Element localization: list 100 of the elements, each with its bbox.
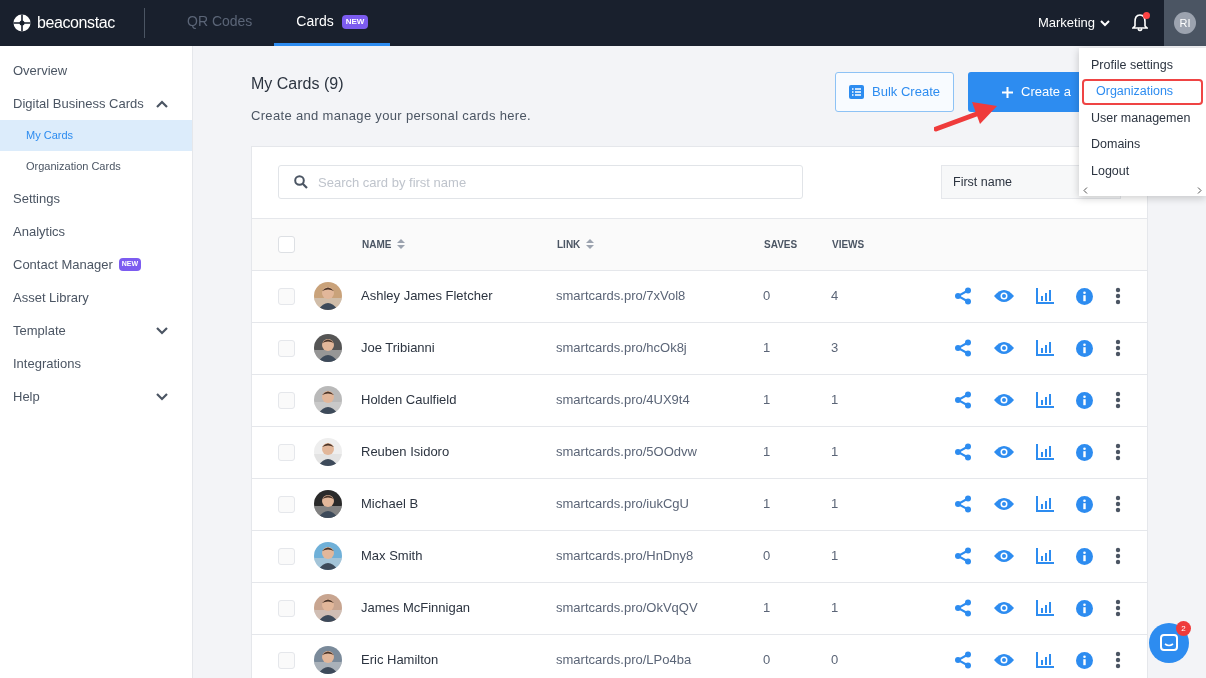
bar-chart-icon[interactable] xyxy=(1036,444,1054,460)
info-icon[interactable] xyxy=(1076,651,1093,669)
info-icon[interactable] xyxy=(1076,391,1093,409)
eye-icon[interactable] xyxy=(994,393,1014,407)
eye-icon[interactable] xyxy=(994,549,1014,563)
link-cell[interactable]: smartcards.pro/4UX9t4 xyxy=(556,390,763,410)
workspace-dropdown[interactable]: Marketing xyxy=(1037,13,1110,33)
more-icon[interactable] xyxy=(1115,651,1121,669)
share-icon[interactable] xyxy=(954,339,972,357)
info-icon[interactable] xyxy=(1076,339,1093,357)
row-checkbox[interactable] xyxy=(278,443,295,461)
bar-chart-icon[interactable] xyxy=(1036,600,1054,616)
more-icon[interactable] xyxy=(1115,391,1121,409)
sidebar-item[interactable]: Analytics xyxy=(0,215,192,248)
select-all-checkbox[interactable] xyxy=(278,235,295,253)
plus-icon xyxy=(1002,86,1013,98)
info-icon[interactable] xyxy=(1076,495,1093,513)
share-icon[interactable] xyxy=(954,547,972,565)
menu-item[interactable]: Organizations xyxy=(1082,78,1203,105)
name-cell-text: Joe Tribianni xyxy=(361,339,436,358)
row-checkbox[interactable] xyxy=(278,339,295,357)
bar-chart-icon[interactable] xyxy=(1036,392,1054,408)
sort-icon[interactable] xyxy=(586,239,595,249)
chat-badge: 2 xyxy=(1176,621,1191,636)
info-icon[interactable] xyxy=(1076,599,1093,617)
more-icon[interactable] xyxy=(1115,547,1121,565)
share-icon[interactable] xyxy=(954,391,972,409)
link-cell[interactable]: smartcards.pro/HnDny8 xyxy=(556,546,763,566)
more-icon[interactable] xyxy=(1115,599,1121,617)
bar-chart-icon[interactable] xyxy=(1036,288,1054,304)
views-cell-text: 4 xyxy=(831,287,840,306)
sidebar-item[interactable]: Settings xyxy=(0,182,192,215)
sort-icon[interactable] xyxy=(397,239,406,249)
share-icon[interactable] xyxy=(954,599,972,617)
saves-cell-text: 0 xyxy=(763,287,772,306)
page-subtitle: Create and manage your personal cards here. xyxy=(251,107,531,125)
chat-button[interactable]: 2 xyxy=(1149,623,1189,663)
sidebar-item[interactable]: Template xyxy=(0,314,192,347)
link-cell[interactable]: smartcards.pro/7xVol8 xyxy=(556,286,763,306)
sidebar-item[interactable]: Asset Library xyxy=(0,281,192,314)
link-cell[interactable]: smartcards.pro/OkVqQV xyxy=(556,598,763,618)
bar-chart-icon[interactable] xyxy=(1036,340,1054,356)
sidebar-subitem[interactable]: Organization Cards xyxy=(0,151,192,182)
link-cell[interactable]: smartcards.pro/5OOdvw xyxy=(556,442,763,462)
chat-icon xyxy=(1160,634,1178,652)
menu-item[interactable]: Domains xyxy=(1079,131,1206,158)
chevron-down-icon xyxy=(156,392,168,401)
nav-tab[interactable]: Cards NEW xyxy=(274,0,391,46)
row-checkbox[interactable] xyxy=(278,287,295,305)
share-icon[interactable] xyxy=(954,287,972,305)
more-icon[interactable] xyxy=(1115,287,1121,305)
views-cell-text: 1 xyxy=(831,495,840,514)
views-cell-text: 0 xyxy=(831,651,840,670)
name-cell-text: Max Smith xyxy=(361,547,424,566)
eye-icon[interactable] xyxy=(994,445,1014,459)
row-checkbox[interactable] xyxy=(278,651,295,669)
eye-icon[interactable] xyxy=(994,653,1014,667)
link-cell[interactable]: smartcards.pro/iukCgU xyxy=(556,494,763,514)
eye-icon[interactable] xyxy=(994,497,1014,511)
notification-button[interactable] xyxy=(1132,14,1148,32)
info-icon[interactable] xyxy=(1076,547,1093,565)
info-icon[interactable] xyxy=(1076,443,1093,461)
list-icon xyxy=(849,85,865,99)
bell-icon xyxy=(1132,14,1148,32)
more-icon[interactable] xyxy=(1115,495,1121,513)
views-cell-text: 1 xyxy=(831,391,840,410)
share-icon[interactable] xyxy=(954,651,972,669)
search-icon xyxy=(294,175,308,189)
info-icon[interactable] xyxy=(1076,287,1093,305)
bar-chart-icon[interactable] xyxy=(1036,496,1054,512)
eye-icon[interactable] xyxy=(994,289,1014,303)
views-cell-text: 1 xyxy=(831,599,840,618)
arrow-right-icon xyxy=(1197,186,1202,194)
more-icon[interactable] xyxy=(1115,339,1121,357)
chevron-down-icon xyxy=(156,326,168,335)
row-checkbox[interactable] xyxy=(278,599,295,617)
chevron-up-icon xyxy=(156,99,168,108)
sidebar-item[interactable]: Integrations xyxy=(0,347,192,380)
share-icon[interactable] xyxy=(954,495,972,513)
share-icon[interactable] xyxy=(954,443,972,461)
sidebar-item[interactable]: Digital Business Cards xyxy=(0,87,192,120)
row-checkbox[interactable] xyxy=(278,391,295,409)
sidebar-item[interactable]: Overview xyxy=(0,54,192,87)
saves-cell-text: 1 xyxy=(763,339,772,358)
saves-cell-text: 1 xyxy=(763,391,772,410)
views-cell-text: 1 xyxy=(831,547,840,566)
row-checkbox[interactable] xyxy=(278,547,295,565)
link-cell[interactable]: smartcards.pro/hcOk8j xyxy=(556,338,763,358)
eye-icon[interactable] xyxy=(994,601,1014,615)
name-cell-text: Reuben Isidoro xyxy=(361,443,451,462)
horizontal-scrollbar[interactable] xyxy=(1079,184,1206,196)
more-icon[interactable] xyxy=(1115,443,1121,461)
sidebar-item[interactable]: Help xyxy=(0,380,192,413)
link-cell[interactable]: smartcards.pro/LPo4ba xyxy=(556,650,763,670)
logo-icon xyxy=(13,14,31,32)
row-checkbox[interactable] xyxy=(278,495,295,513)
bar-chart-icon[interactable] xyxy=(1036,652,1054,668)
search-field[interactable]: Search card by first name xyxy=(278,165,803,199)
bar-chart-icon[interactable] xyxy=(1036,548,1054,564)
eye-icon[interactable] xyxy=(994,341,1014,355)
